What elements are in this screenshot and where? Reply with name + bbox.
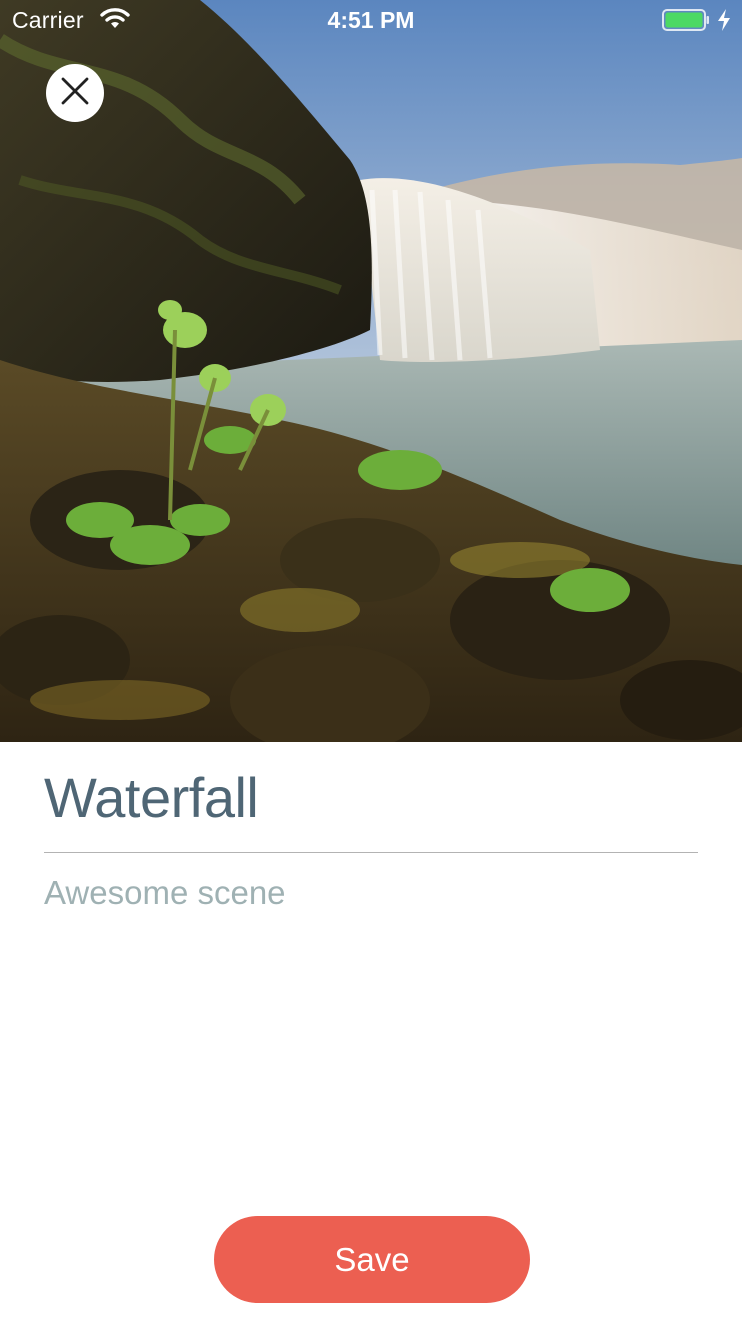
clock-label: 4:51 PM	[327, 7, 415, 33]
save-button-label: Save	[334, 1240, 410, 1278]
photo-image	[0, 0, 742, 742]
title-input[interactable]: Waterfall	[44, 760, 698, 836]
status-bar: Carrier 4:51 PM	[0, 0, 742, 40]
charging-bolt-icon	[716, 8, 732, 32]
battery-icon	[662, 9, 710, 31]
save-button[interactable]: Save	[214, 1216, 530, 1303]
close-icon	[60, 76, 90, 111]
title-divider	[44, 852, 698, 853]
close-button[interactable]	[46, 64, 104, 122]
edit-photo-screen: Carrier 4:51 PM Waterfall Awesome scene …	[0, 0, 742, 1319]
description-input[interactable]: Awesome scene	[44, 870, 698, 916]
